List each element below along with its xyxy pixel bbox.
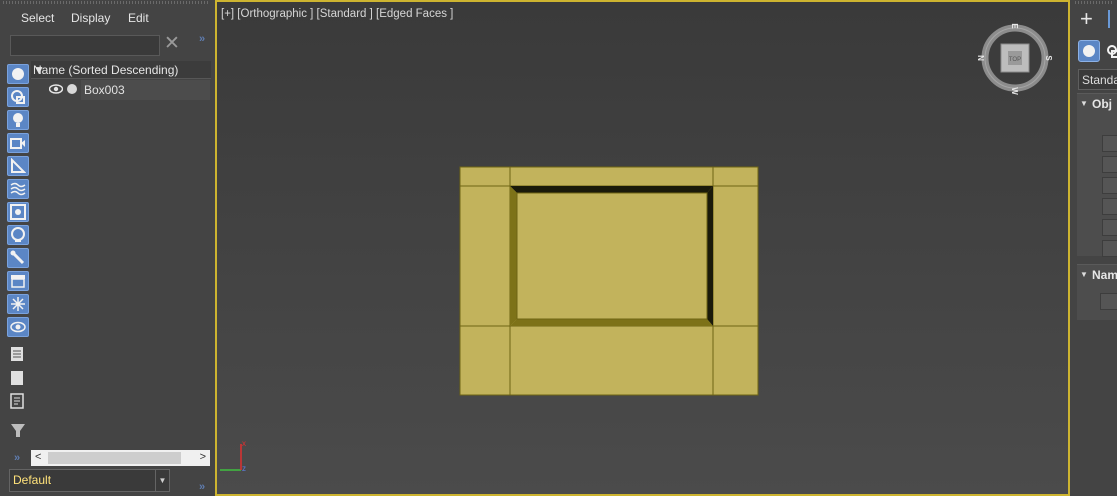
shapes-category-icon[interactable] (1106, 44, 1117, 58)
primitive-button-6[interactable] (1102, 240, 1117, 257)
object-type-rollout: ▼ Obj (1077, 93, 1117, 257)
axis-tripod-icon: x z (220, 439, 246, 473)
filter-toolbar (5, 61, 30, 446)
object-type-dropdown[interactable]: Standa (1078, 69, 1117, 90)
display-all-icon[interactable] (7, 345, 29, 365)
viewcube-face-label: TOP (1009, 57, 1021, 63)
rollout-title: Nam (1092, 268, 1117, 282)
viewcube[interactable]: TOP E N S W (977, 20, 1053, 96)
compass-e[interactable]: E (1010, 23, 1019, 29)
scroll-right-icon[interactable]: > (200, 451, 206, 463)
object-name[interactable]: Box003 (81, 80, 210, 100)
groups-filter-icon[interactable] (7, 202, 29, 222)
search-input[interactable] (10, 35, 160, 56)
frozen-filter-icon[interactable] (7, 294, 29, 314)
lights-filter-icon[interactable] (7, 110, 29, 130)
compass-n[interactable]: N (977, 55, 985, 61)
horizontal-scrollbar[interactable]: < > (31, 450, 210, 466)
scene-explorer: Select Display Edit ✕ » Name (Sorted Des… (0, 0, 213, 496)
collapse-triangle-icon: ▼ (1080, 270, 1088, 279)
rollout-header[interactable]: ▼ Obj (1077, 94, 1117, 114)
layer-dropdown[interactable]: Default ▼ (9, 469, 170, 492)
primitive-button-4[interactable] (1102, 198, 1117, 215)
scrollbar-thumb[interactable] (48, 452, 181, 464)
rollout-header[interactable]: ▼ Nam (1077, 265, 1117, 285)
expand-layer-chevron-icon[interactable]: » (14, 452, 20, 464)
axis-z-label: z (242, 464, 246, 473)
orthographic-viewport[interactable]: [+] [Orthographic ] [Standard ] [Edged F… (215, 0, 1070, 496)
hidden-filter-icon[interactable] (7, 317, 29, 337)
menu-edit[interactable]: Edit (128, 11, 149, 25)
command-panel: + Standa ▼ Obj ▼ Nam (1072, 0, 1117, 496)
geometry-category-icon[interactable] (1078, 40, 1100, 62)
object-list: Name (Sorted Descending) ▼ Box003 (31, 61, 211, 449)
panel-grip[interactable] (1075, 1, 1114, 4)
shapes-filter-icon[interactable] (7, 87, 29, 107)
sort-descending-icon[interactable]: ▼ (33, 63, 211, 77)
menu-select[interactable]: Select (21, 11, 54, 25)
helpers-filter-icon[interactable] (7, 156, 29, 176)
expand-chevron-icon[interactable]: » (199, 33, 205, 45)
display-none-icon[interactable] (7, 369, 29, 389)
name-and-color-rollout: ▼ Nam (1077, 264, 1117, 320)
create-tab-plus-icon[interactable]: + (1080, 8, 1093, 30)
compass-w[interactable]: W (1010, 87, 1019, 95)
scroll-left-icon[interactable]: < (35, 451, 41, 463)
primitive-button-3[interactable] (1102, 177, 1117, 194)
panel-grip[interactable] (3, 1, 210, 4)
menu-display[interactable]: Display (71, 11, 110, 25)
compass-s[interactable]: S (1044, 55, 1053, 61)
explorer-menubar: Select Display Edit (0, 8, 210, 30)
cameras-filter-icon[interactable] (7, 133, 29, 153)
clear-search-icon[interactable]: ✕ (162, 33, 182, 55)
primitive-button-5[interactable] (1102, 219, 1117, 236)
visibility-eye-icon[interactable] (48, 83, 64, 98)
xrefs-filter-icon[interactable] (7, 225, 29, 245)
layer-value: Default (13, 473, 52, 487)
modify-tab-icon[interactable] (1108, 10, 1117, 28)
collapse-chevron-icon[interactable]: » (199, 481, 205, 493)
geometry-type-icon (67, 84, 77, 94)
rollout-title: Obj (1092, 97, 1112, 111)
list-item[interactable]: Box003 (31, 80, 211, 100)
filter-funnel-icon[interactable] (7, 421, 29, 441)
object-name-field[interactable] (1100, 293, 1117, 310)
dropdown-arrow-icon[interactable]: ▼ (155, 470, 169, 491)
space-warps-filter-icon[interactable] (7, 179, 29, 199)
primitive-button-2[interactable] (1102, 156, 1117, 173)
axis-x-label: x (242, 439, 246, 448)
box-object[interactable] (215, 0, 1070, 496)
containers-filter-icon[interactable] (7, 271, 29, 291)
name-column-header[interactable]: Name (Sorted Descending) ▼ (31, 61, 211, 79)
primitive-button-1[interactable] (1102, 135, 1117, 152)
bones-filter-icon[interactable] (7, 248, 29, 268)
invert-display-icon[interactable] (7, 392, 29, 412)
collapse-triangle-icon: ▼ (1080, 99, 1088, 108)
geometry-filter-icon[interactable] (7, 64, 29, 84)
